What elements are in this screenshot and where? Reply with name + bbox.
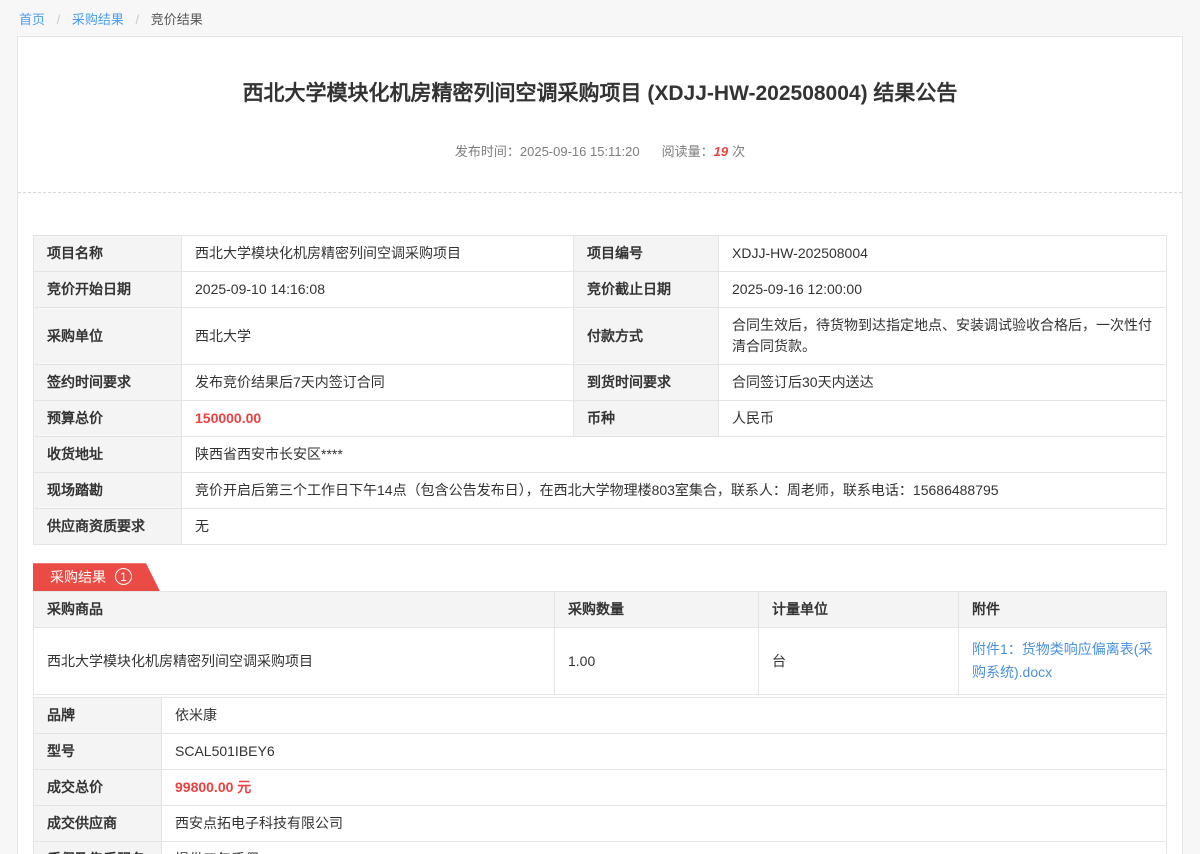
info-label: 签约时间要求 [34, 365, 182, 401]
brand-value: 依米康 [162, 698, 1167, 734]
column-header-attachment: 附件 [959, 592, 1167, 628]
attachment-link[interactable]: 附件1：货物类响应偏离表(采购系统).docx [972, 638, 1153, 684]
table-row: 品牌 依米康 [34, 698, 1167, 734]
result-badge-label: 采购结果 [50, 569, 106, 585]
award-label: 成交供应商 [34, 806, 162, 842]
column-header-unit: 计量单位 [759, 592, 959, 628]
warranty-value: 提供五年质保。 [162, 842, 1167, 854]
publish-meta: 发布时间：2025-09-16 15:11:20 阅读量：19 次 [33, 141, 1167, 160]
info-value: 发布竞价结果后7天内签订合同 [182, 365, 574, 401]
views-label: 阅读量： [662, 144, 714, 159]
award-label: 型号 [34, 734, 162, 770]
dashed-divider [18, 192, 1182, 193]
info-value: 竞价开启后第三个工作日下午14点（包含公告发布日），在西北大学物理楼803室集合… [182, 473, 1167, 509]
table-row: 项目名称 西北大学模块化机房精密列间空调采购项目 项目编号 XDJJ-HW-20… [34, 236, 1167, 272]
announcement-card: 西北大学模块化机房精密列间空调采购项目 (XDJJ-HW-202508004) … [17, 36, 1183, 854]
table-row: 收货地址 陕西省西安市长安区**** [34, 437, 1167, 473]
project-info-table: 项目名称 西北大学模块化机房精密列间空调采购项目 项目编号 XDJJ-HW-20… [33, 235, 1167, 545]
info-value: 西北大学 [182, 308, 574, 365]
breadcrumb-home-link[interactable]: 首页 [19, 12, 45, 27]
info-label: 现场踏勘 [34, 473, 182, 509]
info-label: 预算总价 [34, 401, 182, 437]
info-value: 无 [182, 509, 1167, 545]
table-row: 西北大学模块化机房精密列间空调采购项目 1.00 台 附件1：货物类响应偏离表(… [34, 628, 1167, 695]
info-value: 2025-09-10 14:16:08 [182, 272, 574, 308]
info-label: 到货时间要求 [574, 365, 719, 401]
breadcrumb-procurement-results-link[interactable]: 采购结果 [72, 12, 124, 27]
table-row: 签约时间要求 发布竞价结果后7天内签订合同 到货时间要求 合同签订后30天内送达 [34, 365, 1167, 401]
info-label: 币种 [574, 401, 719, 437]
product-name-cell: 西北大学模块化机房精密列间空调采购项目 [34, 628, 555, 695]
breadcrumb-current-page: 竞价结果 [151, 12, 203, 27]
info-value: 陕西省西安市长安区**** [182, 437, 1167, 473]
views-unit: 次 [732, 144, 745, 159]
info-value: 2025-09-16 12:00:00 [719, 272, 1167, 308]
table-row: 预算总价 150000.00 币种 人民币 [34, 401, 1167, 437]
award-label: 品牌 [34, 698, 162, 734]
table-row: 供应商资质要求 无 [34, 509, 1167, 545]
publish-time-label: 发布时间： [455, 144, 520, 159]
page-title: 西北大学模块化机房精密列间空调采购项目 (XDJJ-HW-202508004) … [33, 37, 1167, 107]
table-row: 质保及售后服务 提供五年质保。 [34, 842, 1167, 854]
award-label: 质保及售后服务 [34, 842, 162, 854]
table-row: 采购单位 西北大学 付款方式 合同生效后，待货物到达指定地点、安装调试验收合格后… [34, 308, 1167, 365]
breadcrumb-separator: / [57, 12, 61, 27]
table-row: 型号 SCAL501IBEY6 [34, 734, 1167, 770]
award-label: 成交总价 [34, 770, 162, 806]
result-badge-number: 1 [115, 568, 132, 585]
info-value: XDJJ-HW-202508004 [719, 236, 1167, 272]
info-label: 采购单位 [34, 308, 182, 365]
result-table: 采购商品 采购数量 计量单位 附件 西北大学模块化机房精密列间空调采购项目 1.… [33, 591, 1167, 695]
info-label: 供应商资质要求 [34, 509, 182, 545]
supplier-value: 西安点拓电子科技有限公司 [162, 806, 1167, 842]
breadcrumb: 首页 / 采购结果 / 竞价结果 [0, 0, 1200, 36]
views-count: 19 [714, 144, 728, 159]
model-value: SCAL501IBEY6 [162, 734, 1167, 770]
award-total-price-value: 99800.00 元 [162, 770, 1167, 806]
info-label: 竞价截止日期 [574, 272, 719, 308]
unit-cell: 台 [759, 628, 959, 695]
info-label: 项目编号 [574, 236, 719, 272]
table-row: 现场踏勘 竞价开启后第三个工作日下午14点（包含公告发布日），在西北大学物理楼8… [34, 473, 1167, 509]
table-row: 成交供应商 西安点拓电子科技有限公司 [34, 806, 1167, 842]
quantity-cell: 1.00 [555, 628, 759, 695]
info-value: 人民币 [719, 401, 1167, 437]
award-info-table: 品牌 依米康 型号 SCAL501IBEY6 成交总价 99800.00 元 成… [33, 697, 1167, 854]
table-row: 成交总价 99800.00 元 [34, 770, 1167, 806]
info-label: 付款方式 [574, 308, 719, 365]
attachment-cell: 附件1：货物类响应偏离表(采购系统).docx [959, 628, 1167, 695]
info-label: 收货地址 [34, 437, 182, 473]
publish-time-value: 2025-09-16 15:11:20 [520, 144, 640, 159]
result-section-header: 采购结果 1 [33, 563, 1167, 591]
result-badge: 采购结果 1 [33, 563, 160, 591]
info-value: 合同签订后30天内送达 [719, 365, 1167, 401]
column-header-product: 采购商品 [34, 592, 555, 628]
budget-total-value: 150000.00 [182, 401, 574, 437]
info-label: 项目名称 [34, 236, 182, 272]
info-label: 竞价开始日期 [34, 272, 182, 308]
info-value: 西北大学模块化机房精密列间空调采购项目 [182, 236, 574, 272]
info-value: 合同生效后，待货物到达指定地点、安装调试验收合格后，一次性付清合同货款。 [719, 308, 1167, 365]
column-header-quantity: 采购数量 [555, 592, 759, 628]
breadcrumb-separator: / [136, 12, 140, 27]
table-header-row: 采购商品 采购数量 计量单位 附件 [34, 592, 1167, 628]
table-row: 竞价开始日期 2025-09-10 14:16:08 竞价截止日期 2025-0… [34, 272, 1167, 308]
